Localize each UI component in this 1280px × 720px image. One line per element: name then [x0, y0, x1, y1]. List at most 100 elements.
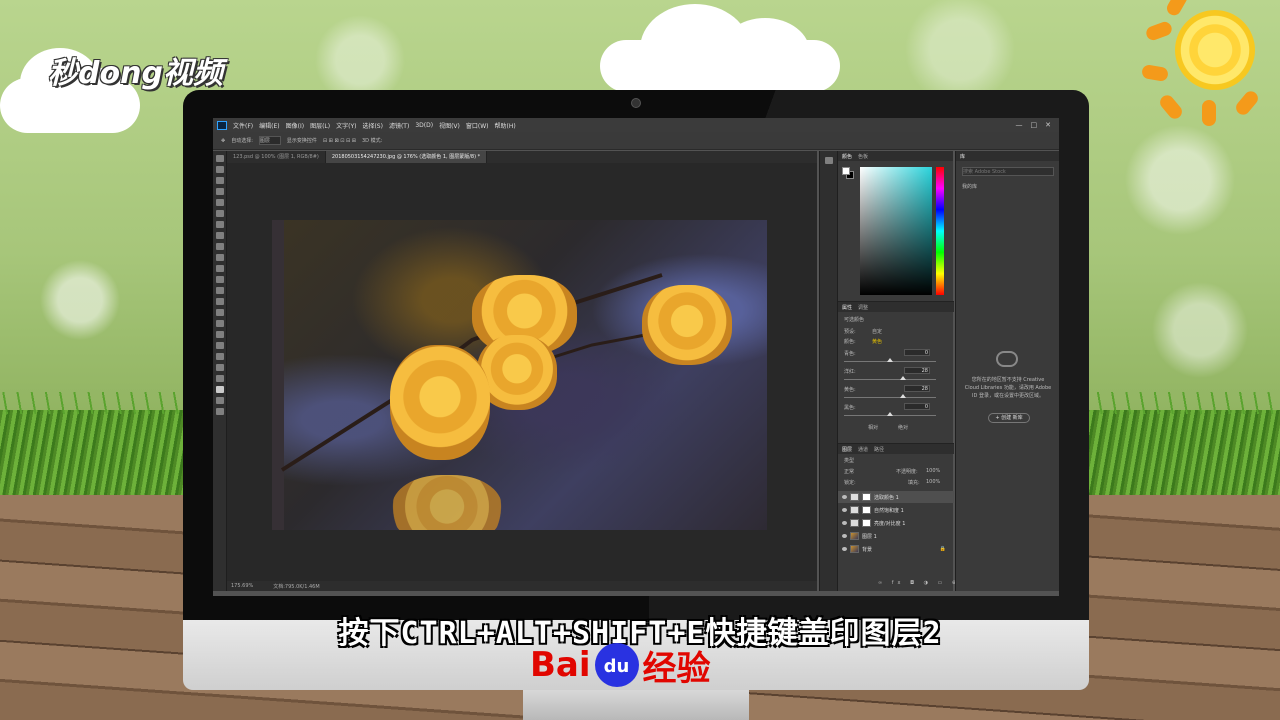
- maximize-button[interactable]: □: [1031, 121, 1038, 129]
- auto-select-dropdown[interactable]: 图层: [258, 136, 281, 145]
- webcam-icon: [631, 98, 641, 108]
- foreground-color-swatch[interactable]: [842, 167, 850, 175]
- menu-edit[interactable]: 编辑(E): [259, 121, 279, 130]
- slider-value-black[interactable]: 0: [904, 403, 930, 410]
- tab-adjustments[interactable]: 调整: [858, 304, 868, 311]
- visibility-eye-icon[interactable]: [842, 495, 847, 499]
- eyedropper-tool-icon[interactable]: [215, 210, 224, 217]
- tab-document-1[interactable]: 123.psd @ 100% (图层 1, RGB/8#): [227, 151, 326, 163]
- tab-paths[interactable]: 路径: [874, 446, 884, 453]
- menu-file[interactable]: 文件(F): [233, 121, 253, 130]
- tab-layers[interactable]: 图层: [842, 446, 852, 453]
- shape-tool-icon[interactable]: [215, 342, 224, 349]
- close-button[interactable]: ✕: [1045, 121, 1051, 129]
- crop-tool-icon[interactable]: [215, 199, 224, 206]
- layer-kind-filter[interactable]: 类型: [844, 457, 854, 464]
- layer-mask-thumbnail[interactable]: [862, 493, 871, 501]
- slider-yellow[interactable]: [844, 394, 936, 398]
- blend-mode-dropdown[interactable]: 正常: [844, 468, 854, 475]
- create-library-button[interactable]: + 创建 新库: [988, 413, 1030, 423]
- status-bar: 175.69% 文档:795.0K/1.46M: [227, 581, 817, 591]
- jingyan-logo-text: 经验: [642, 648, 711, 689]
- move-tool-icon[interactable]: [215, 155, 224, 162]
- menu-layer[interactable]: 图层(L): [310, 121, 330, 130]
- align-icons[interactable]: ⊟ ⊞ ⊠ ⊡ ⊟ ⊞: [323, 138, 356, 144]
- menu-help[interactable]: 帮助(H): [495, 121, 516, 130]
- menu-3d[interactable]: 3D(D): [415, 122, 433, 129]
- quick-select-tool-icon[interactable]: [215, 188, 224, 195]
- lasso-tool-icon[interactable]: [215, 177, 224, 184]
- type-tool-icon[interactable]: [215, 320, 224, 327]
- zoom-tool-icon[interactable]: [215, 364, 224, 371]
- menu-image[interactable]: 图像(I): [286, 121, 304, 130]
- pen-tool-icon[interactable]: [215, 309, 224, 316]
- layer-row[interactable]: 自然饱和度 1: [838, 504, 954, 516]
- layer-mask-thumbnail[interactable]: [862, 506, 871, 514]
- color-swatches-icon[interactable]: [215, 386, 224, 393]
- auto-select-label[interactable]: 自动选择:: [231, 137, 253, 144]
- eraser-tool-icon[interactable]: [215, 265, 224, 272]
- tab-color[interactable]: 颜色: [842, 153, 852, 160]
- gradient-tool-icon[interactable]: [215, 276, 224, 283]
- move-tool-icon[interactable]: ✥: [221, 138, 225, 144]
- method-absolute-radio[interactable]: 绝对: [898, 424, 908, 431]
- tab-channels[interactable]: 通道: [858, 446, 868, 453]
- flower: [392, 475, 502, 530]
- visibility-eye-icon[interactable]: [842, 521, 847, 525]
- hand-tool-icon[interactable]: [215, 353, 224, 360]
- more-tools-icon[interactable]: [215, 375, 224, 382]
- properties-panel: 属性 调整 可选颜色 预设: 自定 颜色: 黄色 青色: 0 洋红: 28 黄色…: [838, 301, 954, 441]
- quick-mask-icon[interactable]: [215, 397, 224, 404]
- stock-search-input[interactable]: 搜索 Adobe Stock: [962, 167, 1054, 176]
- minimize-button[interactable]: —: [1016, 121, 1023, 129]
- menu-type[interactable]: 文字(Y): [336, 121, 356, 130]
- visibility-eye-icon[interactable]: [842, 508, 847, 512]
- screen-mode-icon[interactable]: [215, 408, 224, 415]
- color-field[interactable]: [860, 167, 932, 295]
- slider-value-magenta[interactable]: 28: [904, 367, 930, 374]
- document-image[interactable]: [272, 220, 767, 530]
- show-transform-checkbox[interactable]: 显示变换控件: [287, 137, 317, 144]
- menu-filter[interactable]: 滤镜(T): [389, 121, 409, 130]
- layer-mask-thumbnail[interactable]: [862, 519, 871, 527]
- dodge-tool-icon[interactable]: [215, 298, 224, 305]
- slider-value-cyan[interactable]: 0: [904, 349, 930, 356]
- preset-dropdown[interactable]: 自定: [872, 328, 882, 335]
- hue-slider[interactable]: [936, 167, 944, 295]
- layer-name: 背景: [862, 546, 873, 553]
- layer-row[interactable]: 亮度/对比度 1: [838, 517, 954, 529]
- history-icon[interactable]: [824, 157, 833, 164]
- layer-row[interactable]: 图层 1: [838, 530, 954, 542]
- tab-swatches[interactable]: 色板: [858, 153, 868, 160]
- fill-value[interactable]: 100%: [926, 479, 940, 485]
- baidu-paw-icon: du: [594, 643, 639, 687]
- layer-row[interactable]: 背景 🔒: [838, 543, 954, 555]
- healing-tool-icon[interactable]: [215, 221, 224, 228]
- zoom-level[interactable]: 175.69%: [231, 583, 253, 589]
- path-select-tool-icon[interactable]: [215, 331, 224, 338]
- colors-dropdown[interactable]: 黄色: [872, 338, 882, 345]
- brush-tool-icon[interactable]: [215, 232, 224, 239]
- method-relative-radio[interactable]: 相对: [868, 424, 878, 431]
- library-dropdown[interactable]: 我的库: [962, 183, 977, 190]
- menu-view[interactable]: 视图(V): [439, 121, 460, 130]
- opacity-value[interactable]: 100%: [926, 468, 940, 474]
- tab-document-2[interactable]: 20180503154247230.jpg @ 176% (选取颜色 1, 图层…: [325, 151, 488, 163]
- canvas-area[interactable]: [227, 163, 817, 581]
- marquee-tool-icon[interactable]: [215, 166, 224, 173]
- tab-properties[interactable]: 属性: [842, 304, 852, 311]
- layer-row[interactable]: 选取颜色 1: [838, 491, 954, 503]
- slider-cyan[interactable]: [844, 358, 936, 362]
- stamp-tool-icon[interactable]: [215, 243, 224, 250]
- menu-select[interactable]: 选择(S): [362, 121, 383, 130]
- visibility-eye-icon[interactable]: [842, 547, 847, 551]
- history-brush-tool-icon[interactable]: [215, 254, 224, 261]
- slider-value-yellow[interactable]: 28: [904, 385, 930, 392]
- monitor: 文件(F) 编辑(E) 图像(I) 图层(L) 文字(Y) 选择(S) 滤镜(T…: [183, 90, 1089, 720]
- menu-window[interactable]: 窗口(W): [466, 121, 489, 130]
- slider-magenta[interactable]: [844, 376, 936, 380]
- blur-tool-icon[interactable]: [215, 287, 224, 294]
- visibility-eye-icon[interactable]: [842, 534, 847, 538]
- tab-libraries[interactable]: 库: [960, 153, 965, 160]
- slider-black[interactable]: [844, 412, 936, 416]
